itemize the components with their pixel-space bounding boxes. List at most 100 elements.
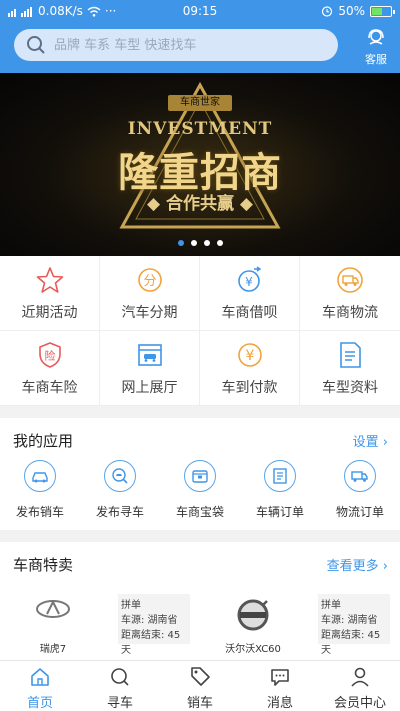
showroom-icon <box>135 340 165 370</box>
countdown: 距离结束: 45天 <box>121 630 181 656</box>
truck-icon <box>344 460 376 492</box>
insurance-shield-icon: 险 <box>35 340 65 370</box>
headset-icon <box>368 29 384 45</box>
app-label: 车商宝袋 <box>175 505 224 519</box>
section-header: 车商特卖 查看更多 › <box>0 542 400 584</box>
service-label: 汽车分期 <box>121 304 178 321</box>
product-card[interactable]: 沃尔沃XC60 拼单 车源: 湖南省 距离结束: 45天 <box>200 584 400 656</box>
app-dealer-wallet[interactable]: 车商宝袋 <box>160 460 240 520</box>
search-bar[interactable] <box>14 29 338 61</box>
service-car-installment[interactable]: 分 汽车分期 <box>100 256 200 331</box>
volvo-logo <box>214 598 292 636</box>
section-title: 车商特卖 <box>13 556 74 574</box>
app-label: 发布寻车 <box>95 505 144 519</box>
group-buy-tag: 拼单 <box>321 600 341 611</box>
group-buy-tag: 拼单 <box>121 600 141 611</box>
star-icon <box>35 265 65 295</box>
alarm-icon <box>322 6 333 17</box>
nav-label: 寻车 <box>106 696 133 711</box>
user-icon <box>351 667 369 687</box>
car-sell-icon <box>24 460 56 492</box>
installment-icon: 分 <box>135 265 165 295</box>
dealer-sale-section: 车商特卖 查看更多 › 瑞虎7 拼单 车源: 湖南省 距离结束: 45天 沃尔沃… <box>0 542 400 660</box>
service-grid: 近期活动 分 汽车分期 ¥ 车商借呗 车商物流 险 车商车险 网上展厅 ¥ 车到… <box>0 256 400 406</box>
section-header: 我的应用 设置 › <box>0 418 400 460</box>
svg-text:¥: ¥ <box>245 275 253 289</box>
search-icon <box>27 36 45 54</box>
car-search-icon <box>104 460 136 492</box>
app-label: 车辆订单 <box>255 505 304 519</box>
app-logistics-orders[interactable]: 物流订单 <box>320 460 400 520</box>
nav-messages[interactable]: 消息 <box>240 661 320 711</box>
service-label: 车商物流 <box>322 304 378 321</box>
svg-text:¥: ¥ <box>245 348 254 364</box>
banner-headline-en: INVESTMENT <box>127 119 273 139</box>
svg-text:险: 险 <box>44 348 55 362</box>
nav-find-car[interactable]: 寻车 <box>80 661 160 711</box>
nav-label: 消息 <box>266 696 293 711</box>
top-bar: 0.08K/s ··· 09:15 50% 品牌 车系 车型 快速找车 客服 <box>0 0 400 73</box>
service-label: 近期活动 <box>21 304 78 321</box>
view-more-link[interactable]: 查看更多 › <box>327 555 388 574</box>
service-recent-activities[interactable]: 近期活动 <box>0 256 100 331</box>
car-source: 车源: 湖南省 <box>321 615 378 626</box>
service-pay-on-arrival[interactable]: ¥ 车到付款 <box>200 331 300 406</box>
order-icon <box>264 460 296 492</box>
product-list: 瑞虎7 拼单 车源: 湖南省 距离结束: 45天 沃尔沃XC60 拼单 车源: … <box>0 584 400 656</box>
my-apps-section: 我的应用 设置 › 发布销车 发布寻车 车商宝袋 车辆订单 物流订单 <box>0 418 400 530</box>
yuan-coin-icon: ¥ <box>235 340 265 370</box>
svg-text:分: 分 <box>143 274 156 289</box>
battery-icon <box>370 5 395 17</box>
wallet-icon <box>184 460 216 492</box>
carousel-dot[interactable] <box>177 240 184 246</box>
service-label: 车商借呗 <box>221 304 278 321</box>
service-dealer-logistics[interactable]: 车商物流 <box>300 256 400 331</box>
service-label: 车商车险 <box>21 379 78 396</box>
service-label: 网上展厅 <box>121 379 178 396</box>
app-publish-search[interactable]: 发布寻车 <box>80 460 160 520</box>
app-row: 发布销车 发布寻车 车商宝袋 车辆订单 物流订单 <box>0 460 400 520</box>
customer-service-label: 客服 <box>365 53 387 66</box>
nav-label: 会员中心 <box>333 696 386 711</box>
home-icon <box>31 668 49 686</box>
service-dealer-insurance[interactable]: 险 车商车险 <box>0 331 100 406</box>
product-name: 沃尔沃XC60 <box>225 644 281 655</box>
service-model-info[interactable]: 车型资料 <box>300 331 400 406</box>
logistics-icon <box>335 265 365 295</box>
product-card[interactable]: 瑞虎7 拼单 车源: 湖南省 距离结束: 45天 <box>0 584 200 656</box>
carousel-dot[interactable] <box>216 240 223 246</box>
search-input[interactable] <box>54 37 314 53</box>
countdown: 距离结束: 45天 <box>321 630 381 656</box>
app-label: 物流订单 <box>335 505 384 519</box>
service-dealer-loan[interactable]: ¥ 车商借呗 <box>200 256 300 331</box>
nav-label: 销车 <box>186 696 213 711</box>
chery-logo <box>14 598 92 624</box>
car-source: 车源: 湖南省 <box>121 615 178 626</box>
document-icon <box>335 340 365 370</box>
settings-link[interactable]: 设置 › <box>353 431 388 450</box>
battery-percent: 50% <box>338 4 365 18</box>
service-label: 车型资料 <box>322 379 378 396</box>
service-label: 车到付款 <box>221 379 278 396</box>
promo-banner[interactable]: 车商世家 INVESTMENT 隆重招商 ◆ 合作共赢 ◆ <box>0 73 400 256</box>
product-info: 拼单 车源: 湖南省 距离结束: 45天 <box>318 594 390 656</box>
section-title: 我的应用 <box>13 432 74 450</box>
yuan-exchange-icon: ¥ <box>235 265 265 295</box>
sell-tag-icon <box>191 667 210 686</box>
message-icon <box>271 669 289 686</box>
service-online-showroom[interactable]: 网上展厅 <box>100 331 200 406</box>
carousel-dot[interactable] <box>203 240 210 246</box>
nav-home[interactable]: 首页 <box>0 661 80 711</box>
banner-subtitle: ◆ 合作共赢 ◆ <box>147 194 253 214</box>
nav-sell-car[interactable]: 销车 <box>160 661 240 711</box>
product-info: 拼单 车源: 湖南省 距离结束: 45天 <box>118 594 190 656</box>
status-right: 50% <box>321 4 395 18</box>
customer-service-button[interactable]: 客服 <box>358 28 394 67</box>
search-icon <box>111 668 129 686</box>
status-bar: 0.08K/s ··· 09:15 50% <box>0 0 400 24</box>
carousel-dot[interactable] <box>190 240 197 246</box>
app-publish-sell[interactable]: 发布销车 <box>0 460 80 520</box>
carousel-indicator[interactable] <box>0 240 400 246</box>
app-vehicle-orders[interactable]: 车辆订单 <box>240 460 320 520</box>
nav-member-center[interactable]: 会员中心 <box>320 661 400 711</box>
